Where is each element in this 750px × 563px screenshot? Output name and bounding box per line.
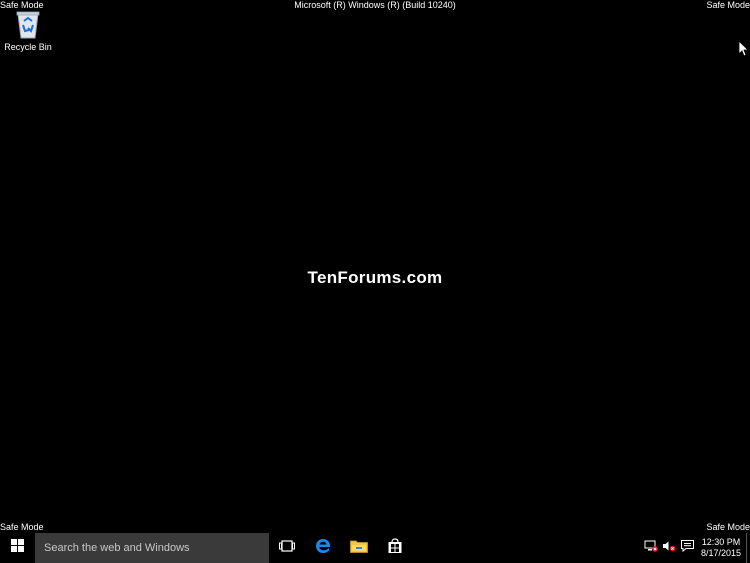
action-center-icon (680, 539, 694, 557)
safe-mode-label-bottom-right: Safe Mode (706, 522, 750, 532)
os-build-label: Microsoft (R) Windows (R) (Build 10240) (294, 0, 456, 10)
system-tray: 12:30 PM 8/17/2015 (642, 533, 750, 563)
store-icon (387, 537, 403, 559)
volume-button[interactable] (660, 533, 678, 563)
show-desktop-button[interactable] (746, 533, 750, 563)
file-explorer-button[interactable] (341, 533, 377, 563)
taskbar: 12:30 PM 8/17/2015 (0, 533, 750, 563)
desktop-icon-recycle-bin[interactable]: Recycle Bin (2, 8, 54, 53)
mouse-cursor-icon (738, 40, 749, 57)
watermark-text: TenForums.com (307, 268, 443, 287)
task-view-icon (279, 539, 295, 557)
clock[interactable]: 12:30 PM 8/17/2015 (696, 533, 746, 563)
windows-logo-icon (11, 539, 24, 557)
clock-date: 8/17/2015 (700, 548, 742, 558)
action-center-button[interactable] (678, 533, 696, 563)
network-disconnected-icon (644, 539, 658, 557)
start-button[interactable] (0, 533, 35, 563)
search-box[interactable] (35, 533, 269, 563)
task-view-button[interactable] (269, 533, 305, 563)
search-input[interactable] (44, 542, 264, 554)
volume-muted-icon (662, 539, 676, 557)
desktop: Safe Mode Microsoft (R) Windows (R) (Bui… (0, 0, 750, 563)
recycle-bin-icon (12, 8, 44, 40)
safe-mode-label-bottom-left: Safe Mode (0, 522, 44, 532)
safe-mode-label-top-right: Safe Mode (706, 0, 750, 10)
clock-time: 12:30 PM (701, 537, 741, 547)
store-button[interactable] (377, 533, 413, 563)
recycle-bin-label: Recycle Bin (4, 42, 52, 52)
edge-button[interactable] (305, 533, 341, 563)
file-explorer-icon (350, 539, 368, 558)
edge-icon (315, 538, 331, 559)
network-button[interactable] (642, 533, 660, 563)
taskbar-spacer (413, 533, 642, 563)
